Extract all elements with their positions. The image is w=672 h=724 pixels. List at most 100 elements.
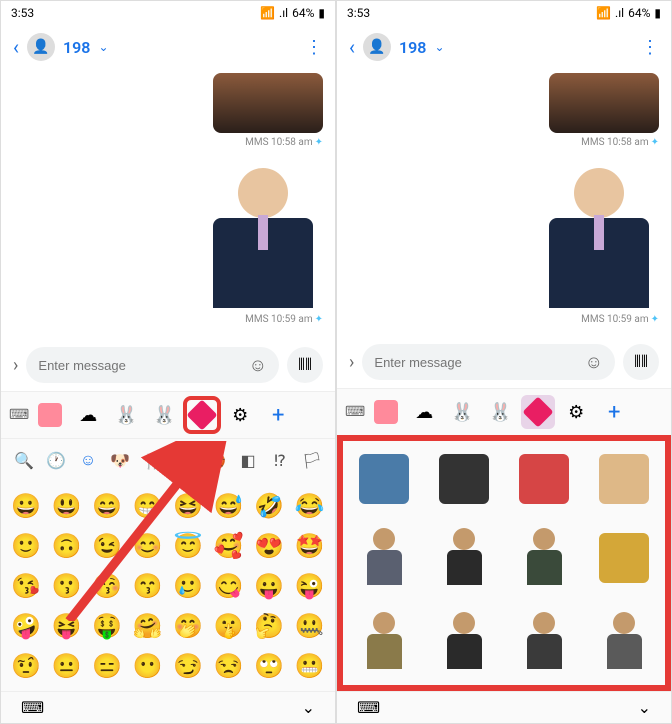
avatar-r[interactable]: 👤 (363, 33, 391, 61)
cat-search[interactable]: 🔍 (9, 445, 39, 475)
tab-rabbit2[interactable]: 🐰 (147, 398, 181, 432)
emoji-cell[interactable]: 😆 (171, 489, 206, 523)
cat-activity[interactable]: 🏀 (201, 445, 231, 475)
expand-button[interactable]: › (13, 355, 18, 376)
emoji-cell[interactable]: 😑 (90, 649, 125, 683)
sticker-person-7[interactable] (589, 605, 659, 679)
emoji-cell[interactable]: 😗 (50, 569, 85, 603)
emoji-cell[interactable]: 😄 (90, 489, 125, 523)
tab-sticker[interactable] (185, 398, 219, 432)
tab-cloud-r[interactable]: ☁ (407, 395, 441, 429)
keyboard-switch-icon[interactable]: ⌨ (21, 698, 44, 717)
emoji-cell[interactable]: 😒 (212, 649, 247, 683)
emoji-cell[interactable]: 😚 (90, 569, 125, 603)
tab-settings[interactable]: ⚙ (223, 398, 257, 432)
emoji-cell[interactable]: 😁 (131, 489, 166, 523)
emoji-cell[interactable]: 😛 (252, 569, 287, 603)
emoji-cell[interactable]: 🥰 (212, 529, 247, 563)
sticker-person-5[interactable] (429, 605, 499, 679)
emoji-cell[interactable]: 😇 (171, 529, 206, 563)
cat-symbols[interactable]: ⁉ (265, 445, 295, 475)
emoji-cell[interactable]: 😝 (50, 609, 85, 643)
back-button[interactable]: ‹ (13, 35, 19, 59)
message-image-1-r[interactable] (549, 73, 659, 133)
emoji-cell[interactable]: 🤪 (9, 609, 44, 643)
keyboard-icon-r[interactable]: ⌨ (345, 404, 365, 420)
cat-objects[interactable]: ◧ (233, 445, 263, 475)
cat-places[interactable]: 🏠 (169, 445, 199, 475)
emoji-grid[interactable]: 😀😃😄😁😆😅🤣😂🙂🙃😉😊😇🥰😍🤩😘😗😚😙🥲😋😛😜🤪😝🤑🤗🤭🤫🤔🤐🤨😐😑😶😏😒🙄😬 (1, 481, 335, 691)
message-list-r[interactable]: MMS 10:58 am✦ MMS 10:59 am✦ (337, 69, 671, 336)
message-input-r[interactable] (374, 355, 584, 370)
emoji-cell[interactable]: 🙄 (252, 649, 287, 683)
sticker-person-1[interactable] (349, 521, 419, 595)
chevron-down-icon[interactable]: ⌄ (98, 40, 108, 54)
tab-rabbit1-r[interactable]: 🐰 (445, 395, 479, 429)
keyboard-icon[interactable]: ⌨ (9, 407, 29, 423)
cat-food[interactable]: 🍴 (137, 445, 167, 475)
cat-animals[interactable]: 🐶 (105, 445, 135, 475)
emoji-cell[interactable]: 😀 (9, 489, 44, 523)
voice-button[interactable]: ⦀⦀ (287, 347, 323, 383)
sticker-person-4[interactable] (349, 605, 419, 679)
sticker-red-tree[interactable] (509, 447, 579, 511)
emoji-cell[interactable]: 🤑 (90, 609, 125, 643)
emoji-cell[interactable]: 🤔 (252, 609, 287, 643)
expand-button-r[interactable]: › (349, 352, 354, 373)
emoji-cell[interactable]: 😙 (131, 569, 166, 603)
emoji-cell[interactable]: 🤭 (171, 609, 206, 643)
message-image-2-r[interactable] (539, 160, 659, 310)
emoji-cell[interactable]: 😘 (9, 569, 44, 603)
tab-rabbit1[interactable]: 🐰 (109, 398, 143, 432)
sticker-person-3[interactable] (509, 521, 579, 595)
tab-rabbit2-r[interactable]: 🐰 (483, 395, 517, 429)
tab-face[interactable] (33, 398, 67, 432)
emoji-cell[interactable]: 🤗 (131, 609, 166, 643)
collapse-icon[interactable]: ⌄ (302, 698, 315, 717)
message-list[interactable]: MMS 10:58 am✦ MMS 10:59 am✦ (1, 69, 335, 339)
emoji-cell[interactable]: 🙃 (50, 529, 85, 563)
tab-add[interactable]: + (261, 398, 295, 432)
emoji-cell[interactable]: 🤣 (252, 489, 287, 523)
emoji-cell[interactable]: 😃 (50, 489, 85, 523)
emoji-cell[interactable]: 😍 (252, 529, 287, 563)
sticker-lamp[interactable] (429, 447, 499, 511)
sticker-jar[interactable] (589, 521, 659, 595)
emoji-cell[interactable]: 😉 (90, 529, 125, 563)
emoji-cell[interactable]: 😊 (131, 529, 166, 563)
sticker-person-6[interactable] (509, 605, 579, 679)
emoji-cell[interactable]: 😏 (171, 649, 206, 683)
chevron-down-icon-r[interactable]: ⌄ (434, 40, 444, 54)
emoji-cell[interactable]: 😐 (50, 649, 85, 683)
voice-button-r[interactable]: ⦀⦀ (623, 344, 659, 380)
message-input[interactable] (38, 358, 248, 373)
tab-settings-r[interactable]: ⚙ (559, 395, 593, 429)
sticker-person-2[interactable] (429, 521, 499, 595)
avatar[interactable]: 👤 (27, 33, 55, 61)
more-button[interactable]: ⋮ (305, 37, 323, 58)
tab-sticker-r[interactable] (521, 395, 555, 429)
sticker-hand-plate[interactable] (589, 447, 659, 511)
emoji-cell[interactable]: 🤨 (9, 649, 44, 683)
emoji-cell[interactable]: 😜 (293, 569, 328, 603)
emoji-cell[interactable]: 😶 (131, 649, 166, 683)
emoji-cell[interactable]: 🙂 (9, 529, 44, 563)
collapse-icon-r[interactable]: ⌄ (638, 698, 651, 717)
emoji-cell[interactable]: 🤐 (293, 609, 328, 643)
emoji-cell[interactable]: 🤫 (212, 609, 247, 643)
keyboard-switch-icon-r[interactable]: ⌨ (357, 698, 380, 717)
emoji-cell[interactable]: 😋 (212, 569, 247, 603)
emoji-cell[interactable]: 😅 (212, 489, 247, 523)
sticker-glass-object[interactable] (349, 447, 419, 511)
emoji-button[interactable]: ☺ (249, 355, 267, 376)
tab-face-r[interactable] (369, 395, 403, 429)
cat-recent[interactable]: 🕐 (41, 445, 71, 475)
contact-name-r[interactable]: 198 (399, 38, 426, 57)
emoji-button-r[interactable]: ☺ (585, 352, 603, 373)
tab-add-r[interactable]: + (597, 395, 631, 429)
message-image-1[interactable] (213, 73, 323, 133)
emoji-cell[interactable]: 🤩 (293, 529, 328, 563)
more-button-r[interactable]: ⋮ (641, 37, 659, 58)
back-button-r[interactable]: ‹ (349, 35, 355, 59)
emoji-cell[interactable]: 😂 (293, 489, 328, 523)
